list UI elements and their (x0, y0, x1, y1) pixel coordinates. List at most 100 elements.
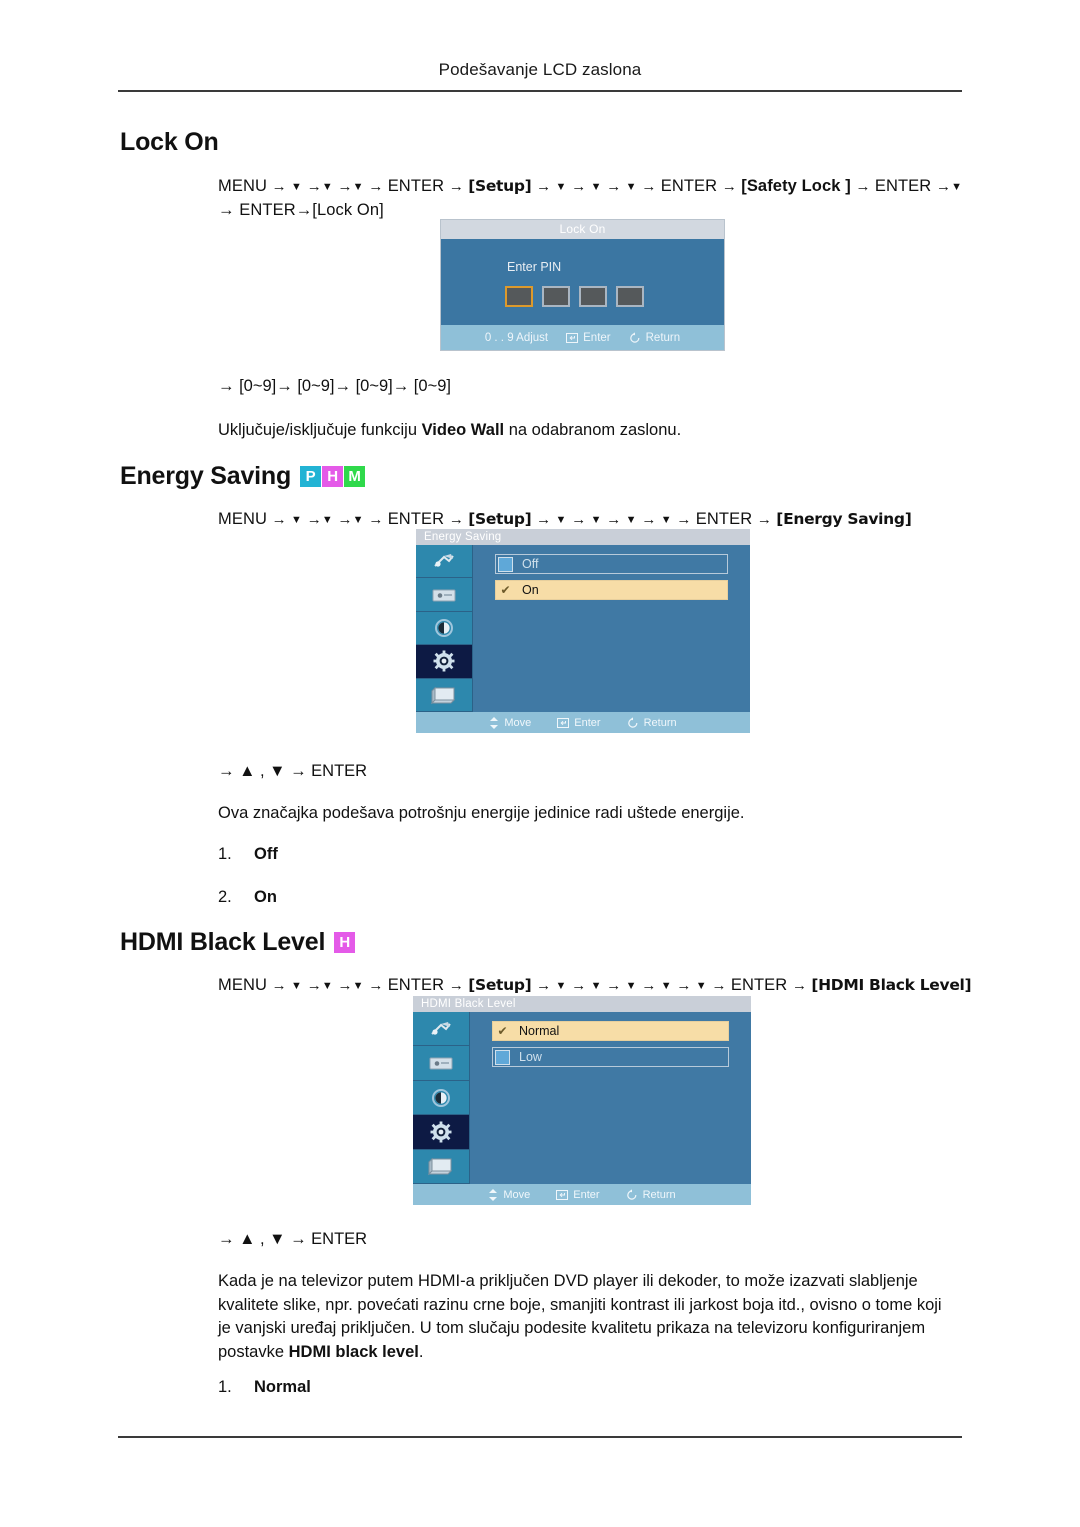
badge-m-icon: M (344, 466, 366, 487)
down-arrow-icon: ▼ (352, 980, 364, 992)
badge-h-icon: H (322, 466, 344, 487)
footer-return-label: Return (643, 716, 677, 729)
pin-digit-box-3[interactable] (579, 286, 607, 307)
arrow-icon: → (641, 977, 661, 994)
osd-footer-bar: 0 . . 9 Adjust Enter Return (441, 325, 724, 350)
down-arrow-icon: ▼ (555, 980, 567, 992)
sidebar-item-display[interactable] (413, 1149, 469, 1185)
sidebar-item-setup[interactable] (416, 645, 472, 679)
menu-path-lock-on-line2: → ENTER→[Lock On] (218, 201, 384, 219)
osd-option-list: Off ✔ On (473, 545, 750, 712)
down-arrow-icon: ▼ (625, 980, 637, 992)
page-header-title: Podešavanje LCD zaslona (438, 60, 642, 79)
arrow-icon: → (571, 178, 591, 195)
footer-enter-hint: Enter (556, 1189, 600, 1201)
sidebar-item-setup[interactable] (413, 1115, 469, 1150)
footer-adjust-hint: 0 . . 9 Adjust (485, 332, 548, 344)
arrow-icon: → (606, 977, 626, 994)
model-badges: P H M (300, 466, 366, 487)
option-label: On (522, 583, 539, 597)
option-row-low[interactable]: Low (492, 1047, 729, 1067)
sidebar-item-screen[interactable] (413, 1046, 469, 1081)
osd-body: Off ✔ On (416, 545, 750, 713)
energy-saving-description: Ova značajka podešava potrošnju energije… (218, 804, 745, 822)
footer-move-hint: Move (488, 1188, 530, 1201)
enter-pin-label: Enter PIN (507, 260, 562, 274)
pin-digit-box-4[interactable] (616, 286, 644, 307)
badge-p-icon: P (300, 466, 322, 487)
down-arrow-icon: ▼ (625, 514, 637, 526)
option-row-normal[interactable]: ✔ Normal (492, 1021, 729, 1041)
arrow-icon: → (306, 977, 322, 994)
arrow-icon: → (606, 511, 626, 528)
menu-path-hdmi-black-level: MENU → ▼ →▼ →▼ → ENTER → [Setup] → ▼ → ▼… (218, 976, 972, 995)
energy-saving-nav-hint: → ▲ , ▼ → ENTER (218, 762, 368, 780)
arrow-icon: → (711, 977, 731, 994)
down-arrow-icon: ▼ (660, 514, 672, 526)
enter-key-icon (566, 332, 579, 343)
footer-return-label: Return (642, 1188, 676, 1201)
path-setup-token: [Setup] (468, 510, 532, 528)
model-badges: H (334, 932, 356, 953)
arrow-icon: → (337, 977, 353, 994)
arrow-icon: → (935, 178, 952, 195)
osd-title: Lock On (441, 220, 724, 239)
arrow-icon: → (641, 178, 661, 195)
arrow-icon: → (641, 511, 661, 528)
arrow-icon: → (271, 511, 292, 528)
option-marker-icon (495, 1049, 510, 1065)
pin-sequence-line: → [0~9]→ [0~9]→ [0~9]→ [0~9] (218, 377, 451, 395)
contrast-icon (435, 619, 453, 638)
down-arrow-icon: ▼ (590, 514, 602, 526)
footer-move-hint: Move (489, 716, 531, 729)
path-setup-token: [Setup] (468, 976, 532, 994)
path-target-token: [Energy Saving] (776, 510, 912, 528)
footer-adjust-label: 0 . . 9 Adjust (484, 331, 549, 344)
heading-text: Lock On (120, 128, 219, 156)
option-check-icon: ✔ (497, 1024, 508, 1038)
down-arrow-icon: ▼ (555, 181, 567, 193)
path-menu-token: MENU (218, 510, 267, 528)
pin-digit-box-2[interactable] (542, 286, 570, 307)
arrow-icon: → (536, 977, 556, 994)
path-setup-token: [Setup] (468, 177, 532, 195)
down-arrow-icon: ▼ (291, 514, 303, 526)
osd-energy-saving-menu: Energy Saving Off ✔ On Move Enter Return (416, 529, 750, 733)
lock-on-description: Uključuje/isključuje funkciju Video Wall… (218, 419, 681, 443)
list-number: 1. (218, 1378, 232, 1396)
sidebar-item-display[interactable] (416, 678, 472, 713)
arrow-icon: → (721, 178, 742, 195)
arrow-icon: → (676, 511, 696, 528)
sidebar-item-picture[interactable] (416, 545, 472, 579)
sidebar-item-picture[interactable] (413, 1012, 469, 1047)
footer-enter-label: Enter (583, 331, 611, 344)
osd-title: Energy Saving (416, 529, 750, 545)
sidebar-item-screen[interactable] (416, 578, 472, 612)
header-divider (118, 90, 962, 92)
osd-sidebar (416, 545, 473, 713)
description-part-1: Uključuje/isključuje funkciju (218, 421, 422, 439)
menu-path-energy-saving: MENU → ▼ →▼ →▼ → ENTER → [Setup] → ▼ → ▼… (218, 510, 912, 529)
option-row-on[interactable]: ✔ On (495, 580, 728, 600)
arrow-icon: → (756, 511, 777, 528)
pin-digit-box-1[interactable] (505, 286, 533, 307)
option-row-off[interactable]: Off (495, 554, 728, 574)
contrast-icon (432, 1088, 450, 1107)
arrow-icon: → (271, 977, 292, 994)
section-heading-hdmi-black-level: HDMI Black Level H (120, 928, 356, 957)
footer-enter-hint: Enter (566, 332, 611, 344)
osd-footer-bar: Move Enter Return (416, 712, 750, 733)
sidebar-item-contrast[interactable] (416, 611, 472, 646)
footer-return-hint: Return (629, 332, 680, 344)
sidebar-item-contrast[interactable] (413, 1080, 469, 1116)
pin-entry-row[interactable] (505, 286, 644, 307)
badge-h-icon: H (334, 932, 356, 953)
down-arrow-icon: ▼ (321, 514, 333, 526)
path-enter-token: ENTER (387, 510, 445, 528)
description-part-2: na odabranom zaslonu. (504, 421, 682, 439)
arrow-icon: → (368, 178, 388, 195)
description-bold-term: HDMI black level (288, 1342, 419, 1361)
footer-enter-hint: Enter (557, 717, 601, 729)
screen-icon (432, 589, 456, 602)
display-icon (427, 1158, 453, 1176)
